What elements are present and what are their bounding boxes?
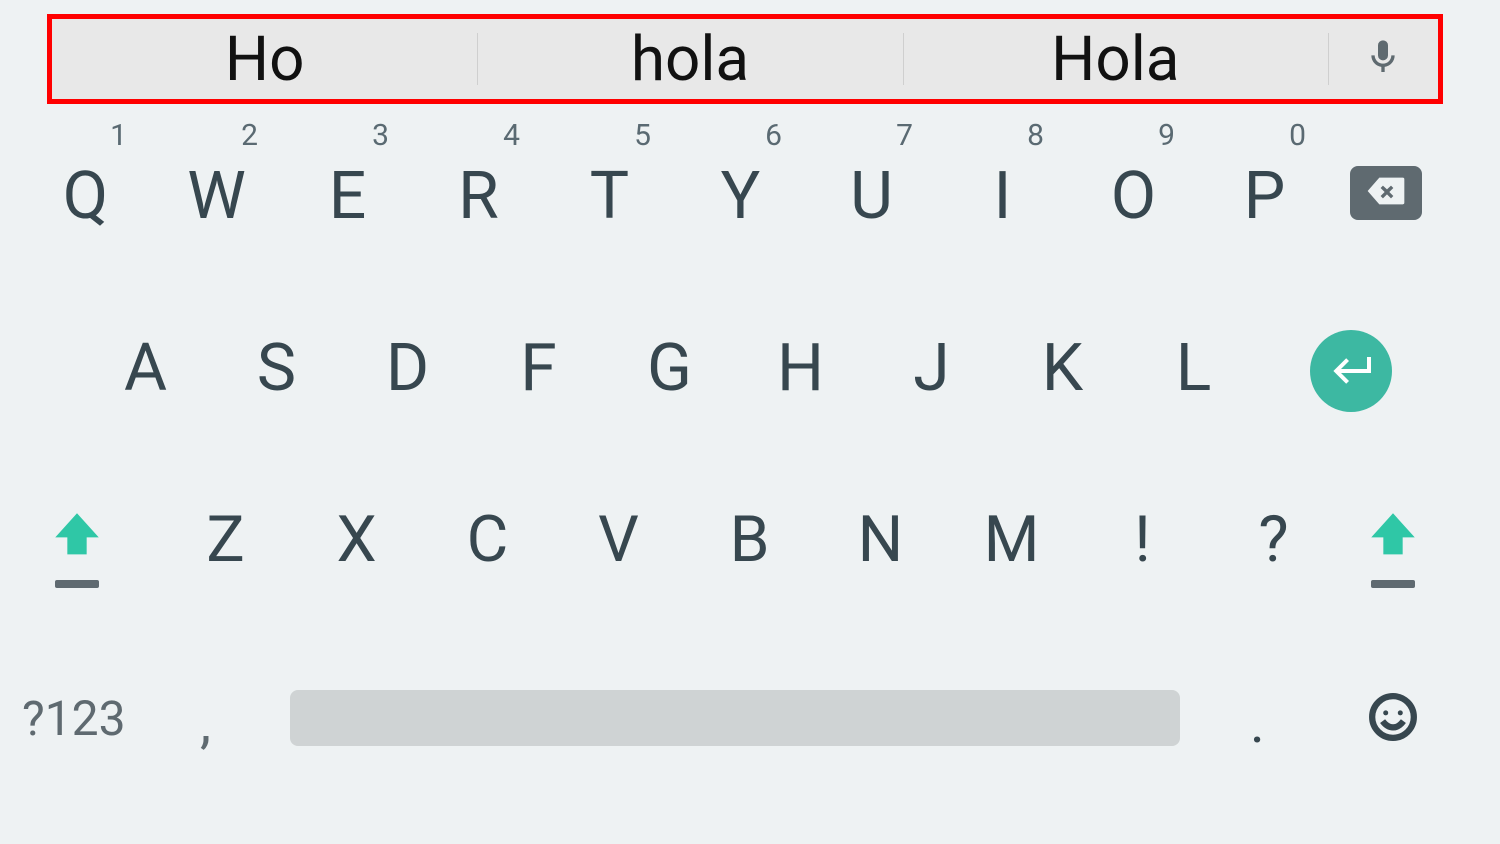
key-n[interactable]: N xyxy=(815,502,946,592)
key-hint-6: 6 xyxy=(765,118,782,153)
emoji-icon xyxy=(1368,727,1418,746)
key-m[interactable]: M xyxy=(946,502,1077,592)
key-s[interactable]: S xyxy=(211,330,342,420)
key-label: O xyxy=(1068,158,1199,235)
key-k[interactable]: K xyxy=(997,330,1128,420)
keyboard-bottom-row: ?123 , . xyxy=(0,682,1500,772)
key-w[interactable]: 2W xyxy=(151,118,282,268)
key-c[interactable]: C xyxy=(422,502,553,592)
key-q[interactable]: 1Q xyxy=(20,118,151,268)
microphone-icon xyxy=(1363,37,1403,81)
key-label: P xyxy=(1199,158,1330,235)
backspace-key[interactable] xyxy=(1350,166,1422,220)
shift-key-right[interactable] xyxy=(1348,506,1438,616)
key-i[interactable]: 8I xyxy=(937,118,1068,268)
voice-input-button[interactable] xyxy=(1328,19,1438,99)
key-label: W xyxy=(151,158,282,235)
shift-up-icon xyxy=(1364,549,1422,568)
key-x[interactable]: X xyxy=(291,502,422,592)
key-label: R xyxy=(413,158,544,235)
suggestion-bar: Ho hola Hola xyxy=(47,14,1443,104)
spacebar-key[interactable] xyxy=(290,690,1180,746)
enter-icon xyxy=(1327,345,1375,397)
key-o[interactable]: 9O xyxy=(1068,118,1199,268)
key-label: U xyxy=(806,158,937,235)
key-f[interactable]: F xyxy=(473,330,604,420)
key-v[interactable]: V xyxy=(553,502,684,592)
key-hint-5: 5 xyxy=(634,118,651,153)
suggestion-2[interactable]: hola xyxy=(477,19,902,99)
key-z[interactable]: Z xyxy=(160,502,291,592)
backspace-icon xyxy=(1360,171,1412,215)
key-e[interactable]: 3E xyxy=(282,118,413,268)
key-l[interactable]: L xyxy=(1128,330,1259,420)
key-g[interactable]: G xyxy=(604,330,735,420)
emoji-key[interactable] xyxy=(1368,692,1418,746)
shift-up-icon xyxy=(48,549,106,568)
key-comma[interactable]: , xyxy=(200,690,211,756)
key-y[interactable]: 6Y xyxy=(675,118,806,268)
key-p[interactable]: 0P xyxy=(1199,118,1330,268)
suggestion-3[interactable]: Hola xyxy=(903,19,1328,99)
key-hint-4: 4 xyxy=(503,118,520,153)
key-hint-3: 3 xyxy=(372,118,389,153)
key-label: E xyxy=(282,158,413,235)
shift-lock-indicator xyxy=(55,580,99,588)
key-hint-7: 7 xyxy=(896,118,913,153)
key-u[interactable]: 7U xyxy=(806,118,937,268)
key-label: Y xyxy=(675,158,806,235)
key-hint-2: 2 xyxy=(241,118,258,153)
suggestion-1[interactable]: Ho xyxy=(52,19,477,99)
key-h[interactable]: H xyxy=(735,330,866,420)
key-d[interactable]: D xyxy=(342,330,473,420)
key-a[interactable]: A xyxy=(80,330,211,420)
key-question[interactable]: ? xyxy=(1208,502,1339,592)
key-label: T xyxy=(544,158,675,235)
key-period[interactable]: . xyxy=(1250,690,1265,756)
key-hint-1: 1 xyxy=(110,118,127,153)
key-label: I xyxy=(937,158,1068,235)
enter-key[interactable] xyxy=(1310,330,1392,412)
symbols-toggle-key[interactable]: ?123 xyxy=(22,690,126,747)
key-b[interactable]: B xyxy=(684,502,815,592)
key-hint-8: 8 xyxy=(1027,118,1044,153)
key-label: Q xyxy=(20,158,151,235)
shift-lock-indicator xyxy=(1371,580,1415,588)
key-t[interactable]: 5T xyxy=(544,118,675,268)
key-hint-9: 9 xyxy=(1158,118,1175,153)
key-j[interactable]: J xyxy=(866,330,997,420)
key-r[interactable]: 4R xyxy=(413,118,544,268)
key-exclamation[interactable]: ! xyxy=(1077,502,1208,592)
shift-key-left[interactable] xyxy=(32,506,122,616)
key-hint-0: 0 xyxy=(1289,118,1306,153)
